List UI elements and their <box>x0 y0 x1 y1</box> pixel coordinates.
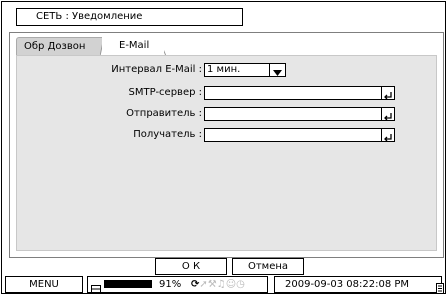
clock-icon: ◷ <box>236 279 245 290</box>
smtp-server-field[interactable] <box>204 86 382 100</box>
interval-label: Интервал E-Mail : <box>111 64 202 75</box>
cancel-button[interactable]: Отмена <box>232 258 304 275</box>
enter-icon[interactable] <box>381 107 395 121</box>
tab-obr-dozvon[interactable]: Обр Дозвон <box>16 37 104 55</box>
person-icon: ☺ <box>225 279 237 290</box>
page-title: СЕТЬ : Уведомление <box>16 8 243 26</box>
hdd-icon <box>91 279 101 293</box>
sender-field[interactable] <box>204 107 382 121</box>
recipient-field[interactable] <box>204 128 382 142</box>
tab-email[interactable]: E-Mail <box>102 37 164 55</box>
datetime: 2009-09-03 08:22:08 PM <box>274 276 442 293</box>
arrow-icon: ➚ <box>199 279 208 290</box>
alarm-icon: ♫ <box>216 279 226 290</box>
enter-icon[interactable] <box>381 128 395 142</box>
battery-fill <box>104 280 153 288</box>
interval-select[interactable]: 1 мин. <box>204 63 270 77</box>
smtp-label: SMTP-сервер : <box>128 87 202 98</box>
sender-label: Отправитель : <box>126 108 202 119</box>
battery-percent: 91% <box>159 279 182 290</box>
status-icons: ⟳➚⚒♫☺◷ <box>191 278 267 291</box>
enter-icon[interactable] <box>381 86 395 100</box>
dropdown-arrow-icon[interactable] <box>269 63 286 77</box>
battery-bar <box>104 280 157 288</box>
menu-button[interactable]: MENU <box>5 276 83 293</box>
wrench-icon: ⚒ <box>207 279 217 290</box>
ok-button[interactable]: О К <box>155 258 227 275</box>
form-area <box>16 55 437 251</box>
recipient-label: Получатель : <box>133 129 202 140</box>
document-icon <box>436 279 444 294</box>
